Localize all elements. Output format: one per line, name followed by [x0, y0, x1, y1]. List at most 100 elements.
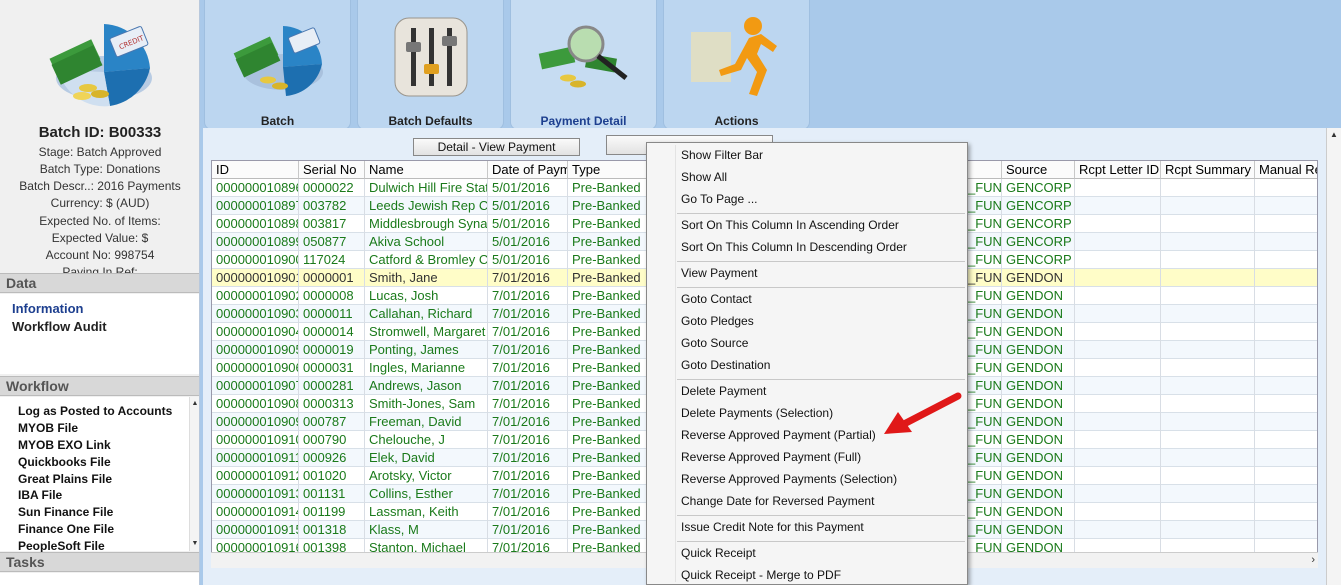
cell-fund: _FUND [964, 269, 1002, 287]
cell-serial: 001199 [299, 503, 365, 521]
cell-fund: _FUND [964, 341, 1002, 359]
cell-source: GENDON [1002, 269, 1075, 287]
cell-type: Pre-Banked [568, 287, 648, 305]
menu-item[interactable]: Go To Page ... [681, 189, 758, 209]
cell-date: 5/01/2016 [488, 215, 568, 233]
menu-item[interactable]: Delete Payments (Selection) [681, 403, 833, 423]
cell-date: 7/01/2016 [488, 359, 568, 377]
workflow-item-quickbooks[interactable]: Quickbooks File [0, 454, 199, 471]
cell-empty [1075, 215, 1161, 233]
red-arrow-annotation [884, 392, 962, 434]
column-header[interactable]: Manual Re [1255, 161, 1317, 179]
menu-item[interactable]: Quick Receipt - Merge to PDF [681, 565, 841, 585]
menu-item[interactable]: Show All [681, 167, 727, 187]
tab-label: Batch Defaults [388, 114, 473, 128]
column-header[interactable]: Serial No [299, 161, 365, 179]
menu-item[interactable]: Reverse Approved Payments (Selection) [681, 469, 897, 489]
cell-type: Pre-Banked [568, 215, 648, 233]
cell-empty [1075, 485, 1161, 503]
column-header[interactable]: Rcpt Summary [1161, 161, 1255, 179]
workflow-item-iba[interactable]: IBA File [0, 487, 199, 504]
workflow-item-great-plains[interactable]: Great Plains File [0, 471, 199, 488]
menu-item[interactable]: Goto Source [681, 333, 748, 353]
column-header[interactable]: Rcpt Letter ID [1075, 161, 1161, 179]
cell-id: 000000010904 [212, 323, 299, 341]
menu-item[interactable]: Delete Payment [681, 381, 766, 401]
cell-empty [1161, 341, 1255, 359]
cell-empty [1255, 413, 1317, 431]
cell-date: 5/01/2016 [488, 233, 568, 251]
data-item-workflow-audit[interactable]: Workflow Audit [0, 318, 199, 336]
cell-empty [1255, 503, 1317, 521]
cell-empty [1255, 341, 1317, 359]
workflow-item-myob-exo[interactable]: MYOB EXO Link [0, 437, 199, 454]
cell-type: Pre-Banked [568, 503, 648, 521]
grid-vertical-scrollbar[interactable]: ▲ [1326, 128, 1341, 585]
column-header[interactable]: ID [212, 161, 299, 179]
column-header[interactable] [964, 161, 1002, 179]
cell-serial: 0000019 [299, 341, 365, 359]
column-header[interactable]: Source [1002, 161, 1075, 179]
cell-fund: _FUND [964, 287, 1002, 305]
workflow-item-sun-finance[interactable]: Sun Finance File [0, 504, 199, 521]
cell-fund: _FUND [964, 485, 1002, 503]
cell-empty [1161, 485, 1255, 503]
cell-serial: 0000014 [299, 323, 365, 341]
menu-item[interactable]: Reverse Approved Payment (Partial) [681, 425, 876, 445]
menu-item[interactable]: Goto Destination [681, 355, 770, 375]
cell-source: GENDON [1002, 305, 1075, 323]
menu-item[interactable]: Change Date for Reversed Payment [681, 491, 874, 511]
cell-empty [1161, 395, 1255, 413]
scroll-down-icon[interactable]: ▼ [190, 539, 199, 549]
workflow-scrollbar[interactable]: ▲ ▼ [189, 397, 199, 551]
column-header[interactable]: Date of Paym [488, 161, 568, 179]
batch-type-info: Batch Type: Donations [39, 162, 161, 176]
menu-item[interactable]: Goto Contact [681, 289, 752, 309]
menu-item[interactable]: Reverse Approved Payment (Full) [681, 447, 861, 467]
cell-fund: _FUND [964, 467, 1002, 485]
tab-batch-defaults[interactable]: Batch Defaults [357, 0, 504, 130]
cell-name: Callahan, Richard [365, 305, 488, 323]
menu-item[interactable]: Quick Receipt [681, 543, 756, 563]
menu-separator [677, 379, 965, 380]
tab-actions[interactable]: Actions [663, 0, 810, 130]
cell-empty [1161, 287, 1255, 305]
cell-id: 000000010910 [212, 431, 299, 449]
scroll-up-icon[interactable]: ▲ [1330, 130, 1338, 139]
detail-view-payment-button[interactable]: Detail - View Payment [413, 138, 580, 156]
cell-type: Pre-Banked [568, 377, 648, 395]
menu-item[interactable]: Goto Pledges [681, 311, 754, 331]
cell-empty [1075, 305, 1161, 323]
cell-source: GENDON [1002, 377, 1075, 395]
batch-descr-info: Batch Descr..: 2016 Payments [19, 179, 181, 193]
cell-id: 000000010902 [212, 287, 299, 305]
cell-serial: 000790 [299, 431, 365, 449]
cell-id: 000000010912 [212, 467, 299, 485]
scroll-up-icon[interactable]: ▲ [190, 399, 199, 409]
menu-item[interactable]: Sort On This Column In Descending Order [681, 237, 907, 257]
cell-date: 7/01/2016 [488, 377, 568, 395]
menu-separator [677, 541, 965, 542]
workflow-item-log-posted[interactable]: Log as Posted to Accounts [0, 403, 199, 420]
menu-item[interactable]: Show Filter Bar [681, 145, 763, 165]
menu-item[interactable]: Issue Credit Note for this Payment [681, 517, 864, 537]
cell-source: GENDON [1002, 503, 1075, 521]
scroll-right-icon[interactable]: › [1311, 554, 1315, 566]
workflow-item-myob-file[interactable]: MYOB File [0, 420, 199, 437]
tab-payment-detail[interactable]: Payment Detail [510, 0, 657, 130]
sliders-icon [394, 17, 468, 97]
cell-date: 5/01/2016 [488, 179, 568, 197]
menu-item[interactable]: View Payment [681, 263, 757, 283]
cell-type: Pre-Banked [568, 233, 648, 251]
column-header[interactable]: Name [365, 161, 488, 179]
cell-serial: 001020 [299, 467, 365, 485]
column-header[interactable]: Type [568, 161, 648, 179]
workflow-item-finance-one[interactable]: Finance One File [0, 521, 199, 538]
data-item-information[interactable]: Information [0, 300, 199, 318]
cell-empty [1255, 305, 1317, 323]
data-section-header: Data [0, 273, 199, 293]
tab-batch[interactable]: Batch [204, 0, 351, 130]
cell-name: Chelouche, J [365, 431, 488, 449]
menu-item[interactable]: Sort On This Column In Ascending Order [681, 215, 899, 235]
cell-id: 000000010898 [212, 215, 299, 233]
